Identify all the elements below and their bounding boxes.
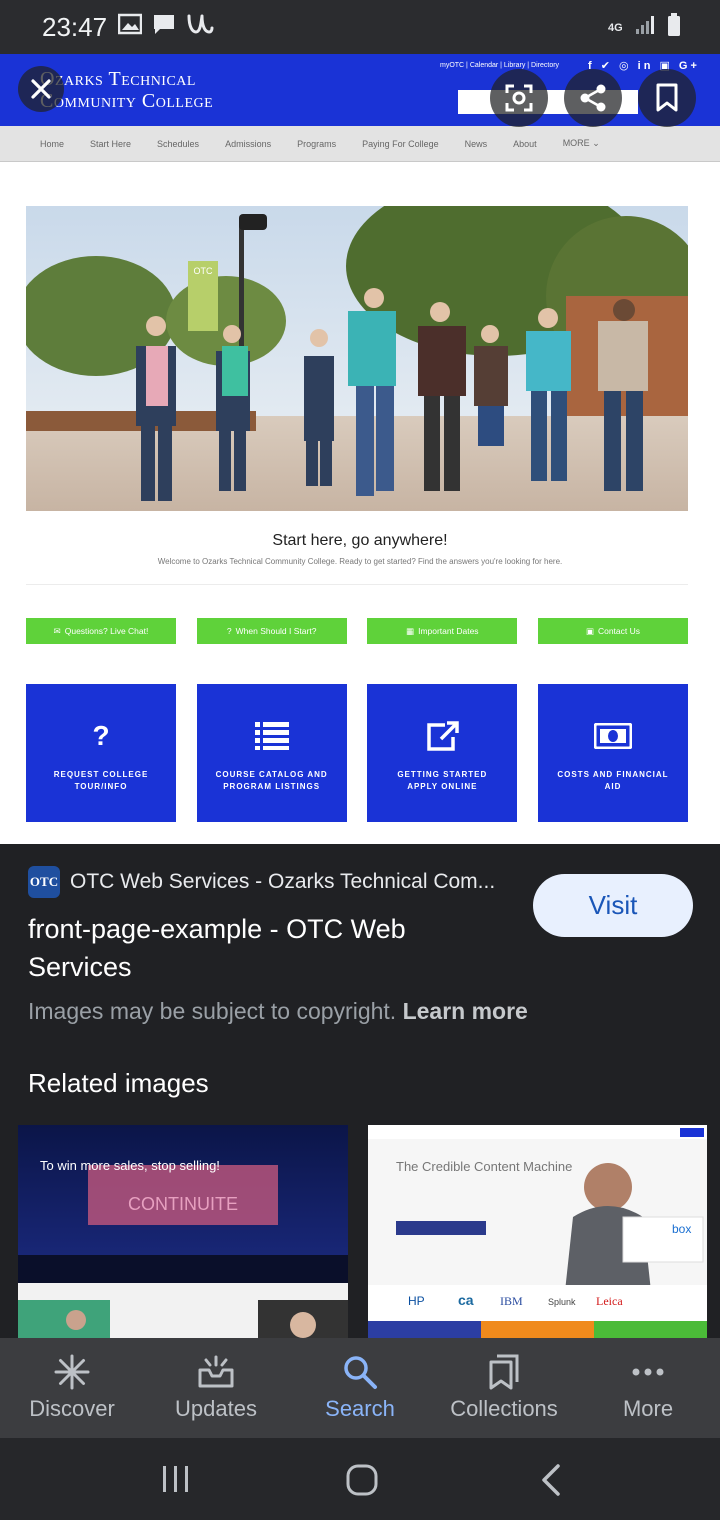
site-nav-item: Home — [40, 138, 65, 149]
nav-search[interactable]: Search — [288, 1338, 432, 1438]
svg-text:Splunk: Splunk — [548, 1297, 576, 1307]
share-icon — [580, 84, 606, 112]
site-logo: Ozarks Technical Community College — [40, 68, 214, 112]
site-nav-item: Programs — [297, 138, 337, 149]
source-row[interactable]: OTC OTC Web Services - Ozarks Technical … — [28, 866, 510, 898]
svg-text:ca: ca — [458, 1292, 474, 1308]
status-bar: 23:47 4G — [0, 0, 720, 54]
app-u-icon — [186, 12, 214, 41]
page-title[interactable]: front-page-example - OTC Web Services — [28, 910, 508, 986]
system-navigation-bar — [0, 1438, 720, 1520]
question-icon: ? — [92, 720, 110, 751]
svg-text:To win more sales, stop sellin: To win more sales, stop selling! — [40, 1158, 220, 1173]
site-nav-item: Admissions — [225, 138, 272, 149]
signal-icon — [634, 14, 656, 41]
question-icon: ? — [226, 626, 232, 636]
site-nav-item: Start Here — [90, 138, 132, 149]
hero-subcaption: Welcome to Ozarks Technical Community Co… — [157, 557, 563, 566]
svg-text:CONTINUITE: CONTINUITE — [128, 1194, 238, 1214]
svg-text:HP: HP — [408, 1294, 425, 1308]
hero-photo: OTC — [26, 206, 688, 511]
important-dates-button: ▦ Important Dates — [367, 618, 518, 644]
status-system-icons: 4G — [608, 12, 682, 43]
close-button[interactable] — [18, 66, 64, 112]
site-favicon: OTC — [28, 866, 60, 898]
list-icon — [254, 713, 289, 759]
svg-text:Leica: Leica — [596, 1294, 623, 1308]
site-top-links: myOTC | Calendar | Library | Directory — [440, 62, 560, 69]
nav-collections[interactable]: Collections — [432, 1338, 576, 1438]
tile-course-catalog: COURSE CATALOG AND PROGRAM LISTINGS — [196, 684, 347, 822]
related-image-thumb[interactable]: The Credible Content Machine box HP ca I… — [368, 1125, 707, 1340]
asterisk-icon — [54, 1354, 90, 1390]
image-preview[interactable]: Ozarks Technical Community College myOTC… — [0, 54, 720, 844]
visit-button[interactable]: Visit — [533, 874, 693, 937]
when-start-button: ? When Should I Start? — [196, 618, 347, 644]
search-icon — [344, 1356, 377, 1389]
contact-us-button: ▣ Contact Us — [537, 618, 688, 644]
feature-tiles-row: ? REQUEST COLLEGE TOUR/INFO COURSE CATAL… — [26, 684, 688, 822]
quick-links-row: ✉ Questions? Live Chat! ? When Should I … — [26, 618, 688, 644]
nav-discover[interactable]: Discover — [0, 1338, 144, 1438]
updates-icon — [198, 1355, 234, 1388]
chat-icon: ✉ — [53, 625, 61, 636]
tile-costs-aid: COSTS AND FINANCIAL AID — [537, 684, 688, 822]
chat-icon — [152, 12, 176, 41]
lens-button[interactable] — [490, 69, 548, 127]
collections-icon — [489, 1354, 519, 1390]
recents-icon[interactable] — [160, 1464, 192, 1494]
site-nav-item: News — [464, 138, 488, 149]
source-name[interactable]: OTC Web Services - Ozarks Technical Com.… — [70, 870, 510, 894]
nav-more[interactable]: More — [576, 1338, 720, 1438]
nav-updates[interactable]: Updates — [144, 1338, 288, 1438]
screen: 23:47 4G Ozarks Technical Community Coll… — [0, 0, 720, 1520]
site-social-icons: f ✔ ◎ in ▣ G+ — [588, 60, 700, 72]
svg-text:box: box — [672, 1222, 691, 1236]
money-icon — [593, 713, 632, 759]
learn-more-link[interactable]: Learn more — [403, 998, 528, 1024]
status-time: 23:47 — [42, 12, 108, 42]
image-icon — [117, 13, 143, 40]
copyright-notice: Images may be subject to copyright. Lear… — [28, 998, 528, 1024]
site-nav-item: About — [513, 138, 537, 149]
phone-icon: ▣ — [585, 625, 594, 636]
external-link-icon — [425, 713, 460, 759]
site-nav-item: Paying For College — [362, 138, 439, 149]
site-nav-item: MORE ⌄ — [562, 138, 600, 148]
share-button[interactable] — [564, 69, 622, 127]
site-nav: Home Start Here Schedules Admissions Pro… — [0, 126, 720, 162]
bookmark-icon — [656, 83, 678, 112]
related-image-thumb[interactable]: CONTINUITE To win more sales, stop selli… — [18, 1125, 348, 1340]
divider — [26, 584, 688, 585]
tile-apply-online: GETTING STARTED APPLY ONLINE — [367, 684, 518, 822]
svg-text:OTC: OTC — [194, 266, 213, 276]
bottom-navigation: Discover Updates Search Collections More — [0, 1338, 720, 1438]
site-nav-item: Schedules — [157, 138, 200, 149]
more-dots-icon — [632, 1368, 664, 1376]
hero-caption: Start here, go anywhere! — [272, 532, 448, 549]
svg-text:The Credible Content Machine: The Credible Content Machine — [396, 1159, 572, 1174]
back-icon[interactable] — [538, 1463, 564, 1497]
bookmark-button[interactable] — [638, 69, 696, 127]
svg-text:IBM: IBM — [500, 1294, 523, 1308]
home-icon[interactable] — [345, 1463, 379, 1497]
calendar-icon: ▦ — [406, 625, 415, 636]
lens-icon — [505, 84, 533, 112]
tile-request-tour: ? REQUEST COLLEGE TOUR/INFO — [26, 684, 176, 822]
network-type: 4G — [608, 21, 623, 34]
battery-icon — [666, 12, 682, 43]
live-chat-button: ✉ Questions? Live Chat! — [26, 618, 176, 644]
status-notification-icons — [117, 12, 214, 41]
related-images-heading: Related images — [28, 1068, 209, 1098]
close-icon — [31, 79, 51, 99]
